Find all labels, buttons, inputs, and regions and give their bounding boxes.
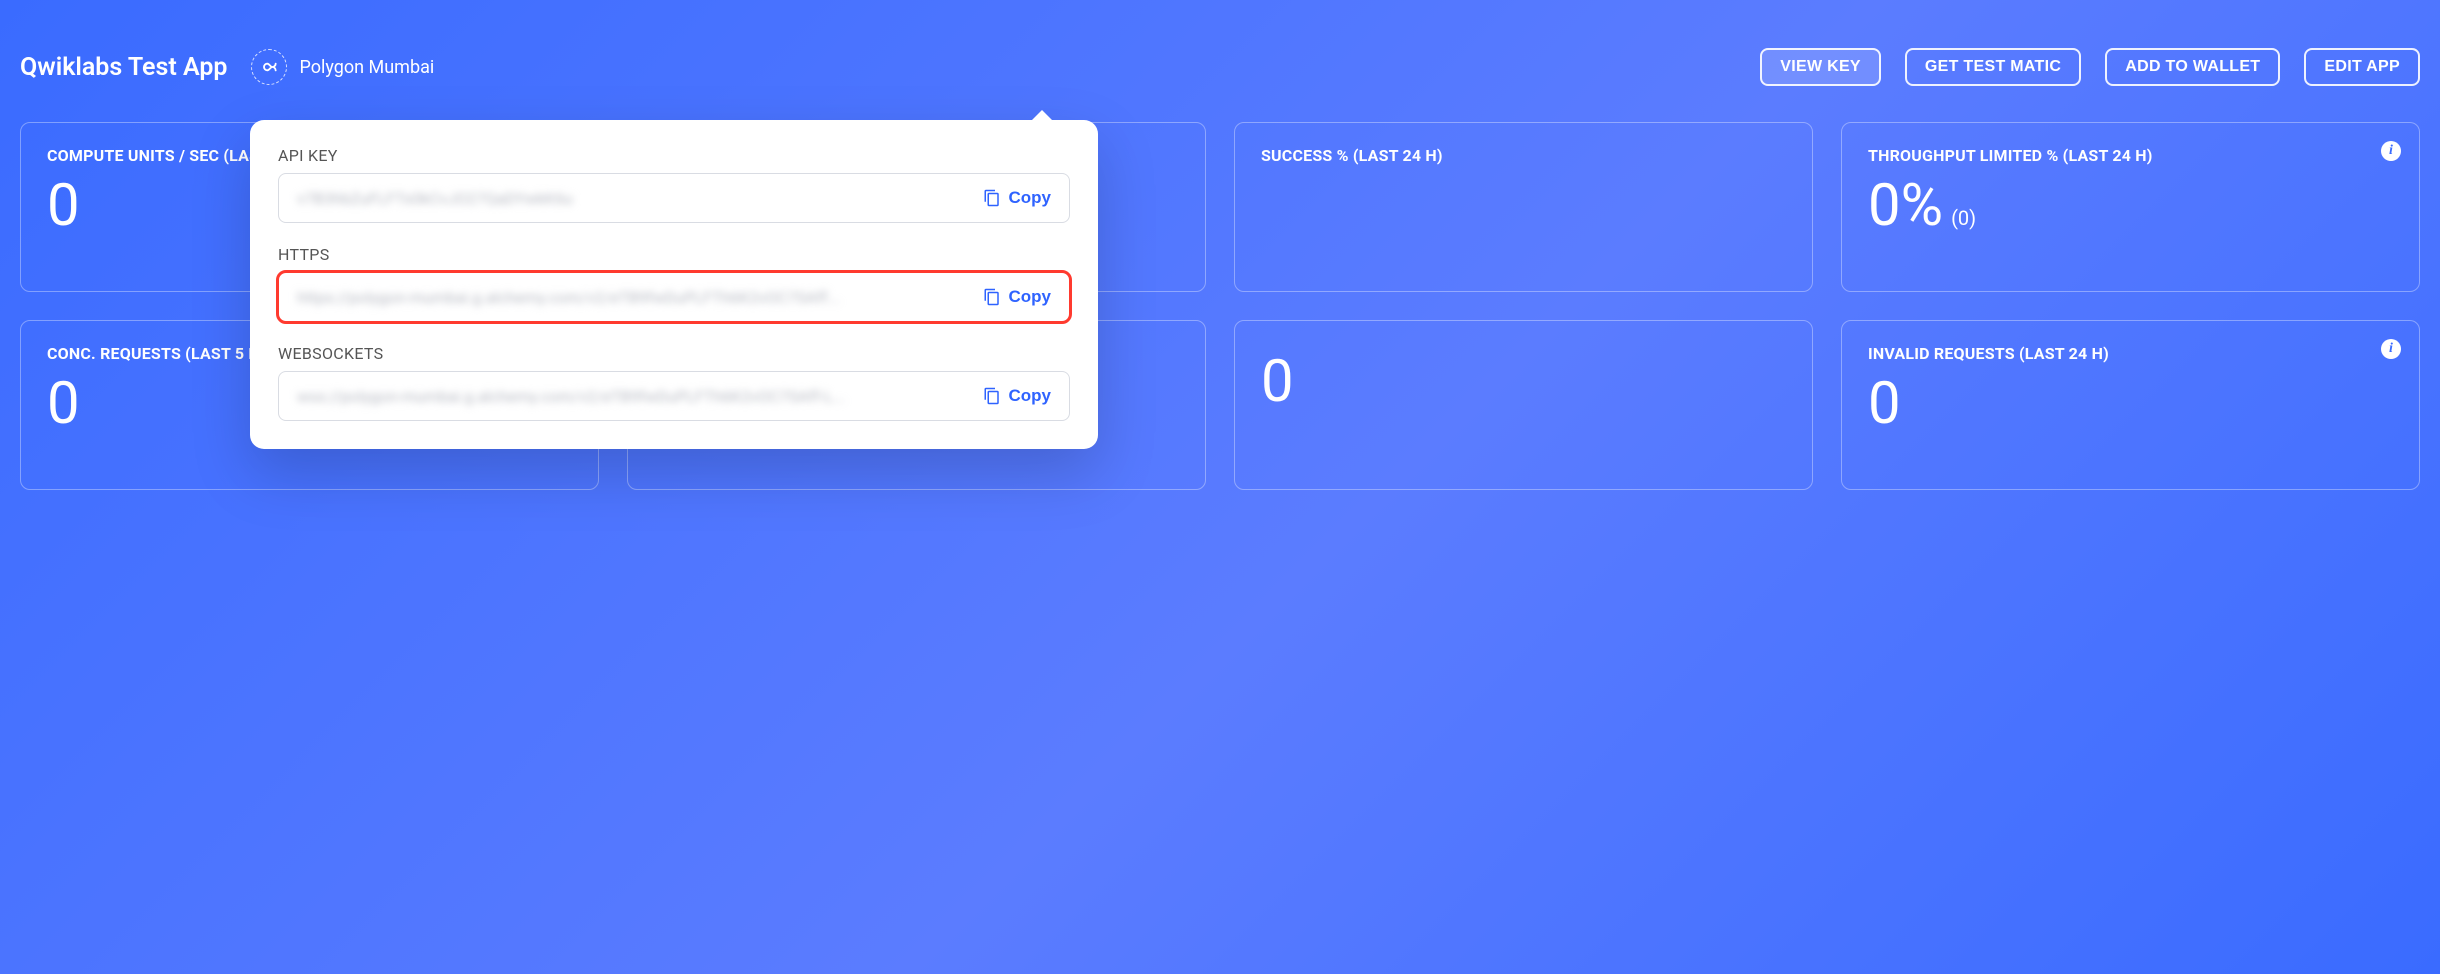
stat-card: 0 [1234, 320, 1813, 490]
stat-value-sub: (0) [1951, 208, 1976, 228]
copy-label: Copy [1009, 188, 1052, 208]
infinity-icon [251, 49, 287, 85]
https-row: https://polygon-mumbai.g.alchemy.com/v2/… [278, 272, 1070, 322]
stat-title: INVALID REQUESTS (LAST 24 H) [1868, 343, 2393, 365]
copy-https-button[interactable]: Copy [973, 283, 1062, 311]
wss-row: wss://polygon-mumbai.g.alchemy.com/v2/eT… [278, 371, 1070, 421]
view-key-button[interactable]: VIEW KEY [1760, 48, 1881, 86]
stat-card: i INVALID REQUESTS (LAST 24 H) 0 [1841, 320, 2420, 490]
stat-value-main: 0% [1868, 177, 1943, 235]
stat-value: 0 [1868, 375, 2393, 433]
stat-value: 0 [1261, 353, 1786, 411]
stat-card: i THROUGHPUT LIMITED % (LAST 24 H) 0% (0… [1841, 122, 2420, 292]
copy-api-key-button[interactable]: Copy [973, 184, 1062, 212]
app-title: Qwiklabs Test App [20, 53, 227, 82]
network-chip[interactable]: Polygon Mumbai [251, 49, 434, 85]
api-key-value: v7B3hbZuFLFTx0kCvJO27QaDYwkK6u [297, 189, 973, 208]
wss-label: WEBSOCKETS [278, 344, 1070, 363]
stat-value: 0% (0) [1868, 177, 2393, 235]
copy-icon [983, 189, 1001, 207]
edit-app-button[interactable]: EDIT APP [2304, 48, 2420, 86]
https-value: https://polygon-mumbai.g.alchemy.com/v2/… [297, 288, 973, 307]
https-label: HTTPS [278, 245, 1070, 264]
keys-popover: API KEY v7B3hbZuFLFTx0kCvJO27QaDYwkK6u C… [250, 120, 1098, 449]
wss-value: wss://polygon-mumbai.g.alchemy.com/v2/eT… [297, 387, 973, 406]
copy-label: Copy [1009, 386, 1052, 406]
network-name: Polygon Mumbai [299, 57, 434, 78]
api-key-row: v7B3hbZuFLFTx0kCvJO27QaDYwkK6u Copy [278, 173, 1070, 223]
add-wallet-button[interactable]: ADD TO WALLET [2105, 48, 2280, 86]
stat-title: SUCCESS % (LAST 24 H) [1261, 145, 1786, 167]
copy-icon [983, 387, 1001, 405]
copy-wss-button[interactable]: Copy [973, 382, 1062, 410]
info-icon[interactable]: i [2381, 141, 2401, 161]
get-test-button[interactable]: GET TEST MATIC [1905, 48, 2081, 86]
stat-title: THROUGHPUT LIMITED % (LAST 24 H) [1868, 145, 2393, 167]
stat-card: SUCCESS % (LAST 24 H) [1234, 122, 1813, 292]
copy-icon [983, 288, 1001, 306]
info-icon[interactable]: i [2381, 339, 2401, 359]
header-row: Qwiklabs Test App Polygon Mumbai VIEW KE… [0, 0, 2440, 86]
copy-label: Copy [1009, 287, 1052, 307]
api-key-label: API KEY [278, 146, 1070, 165]
